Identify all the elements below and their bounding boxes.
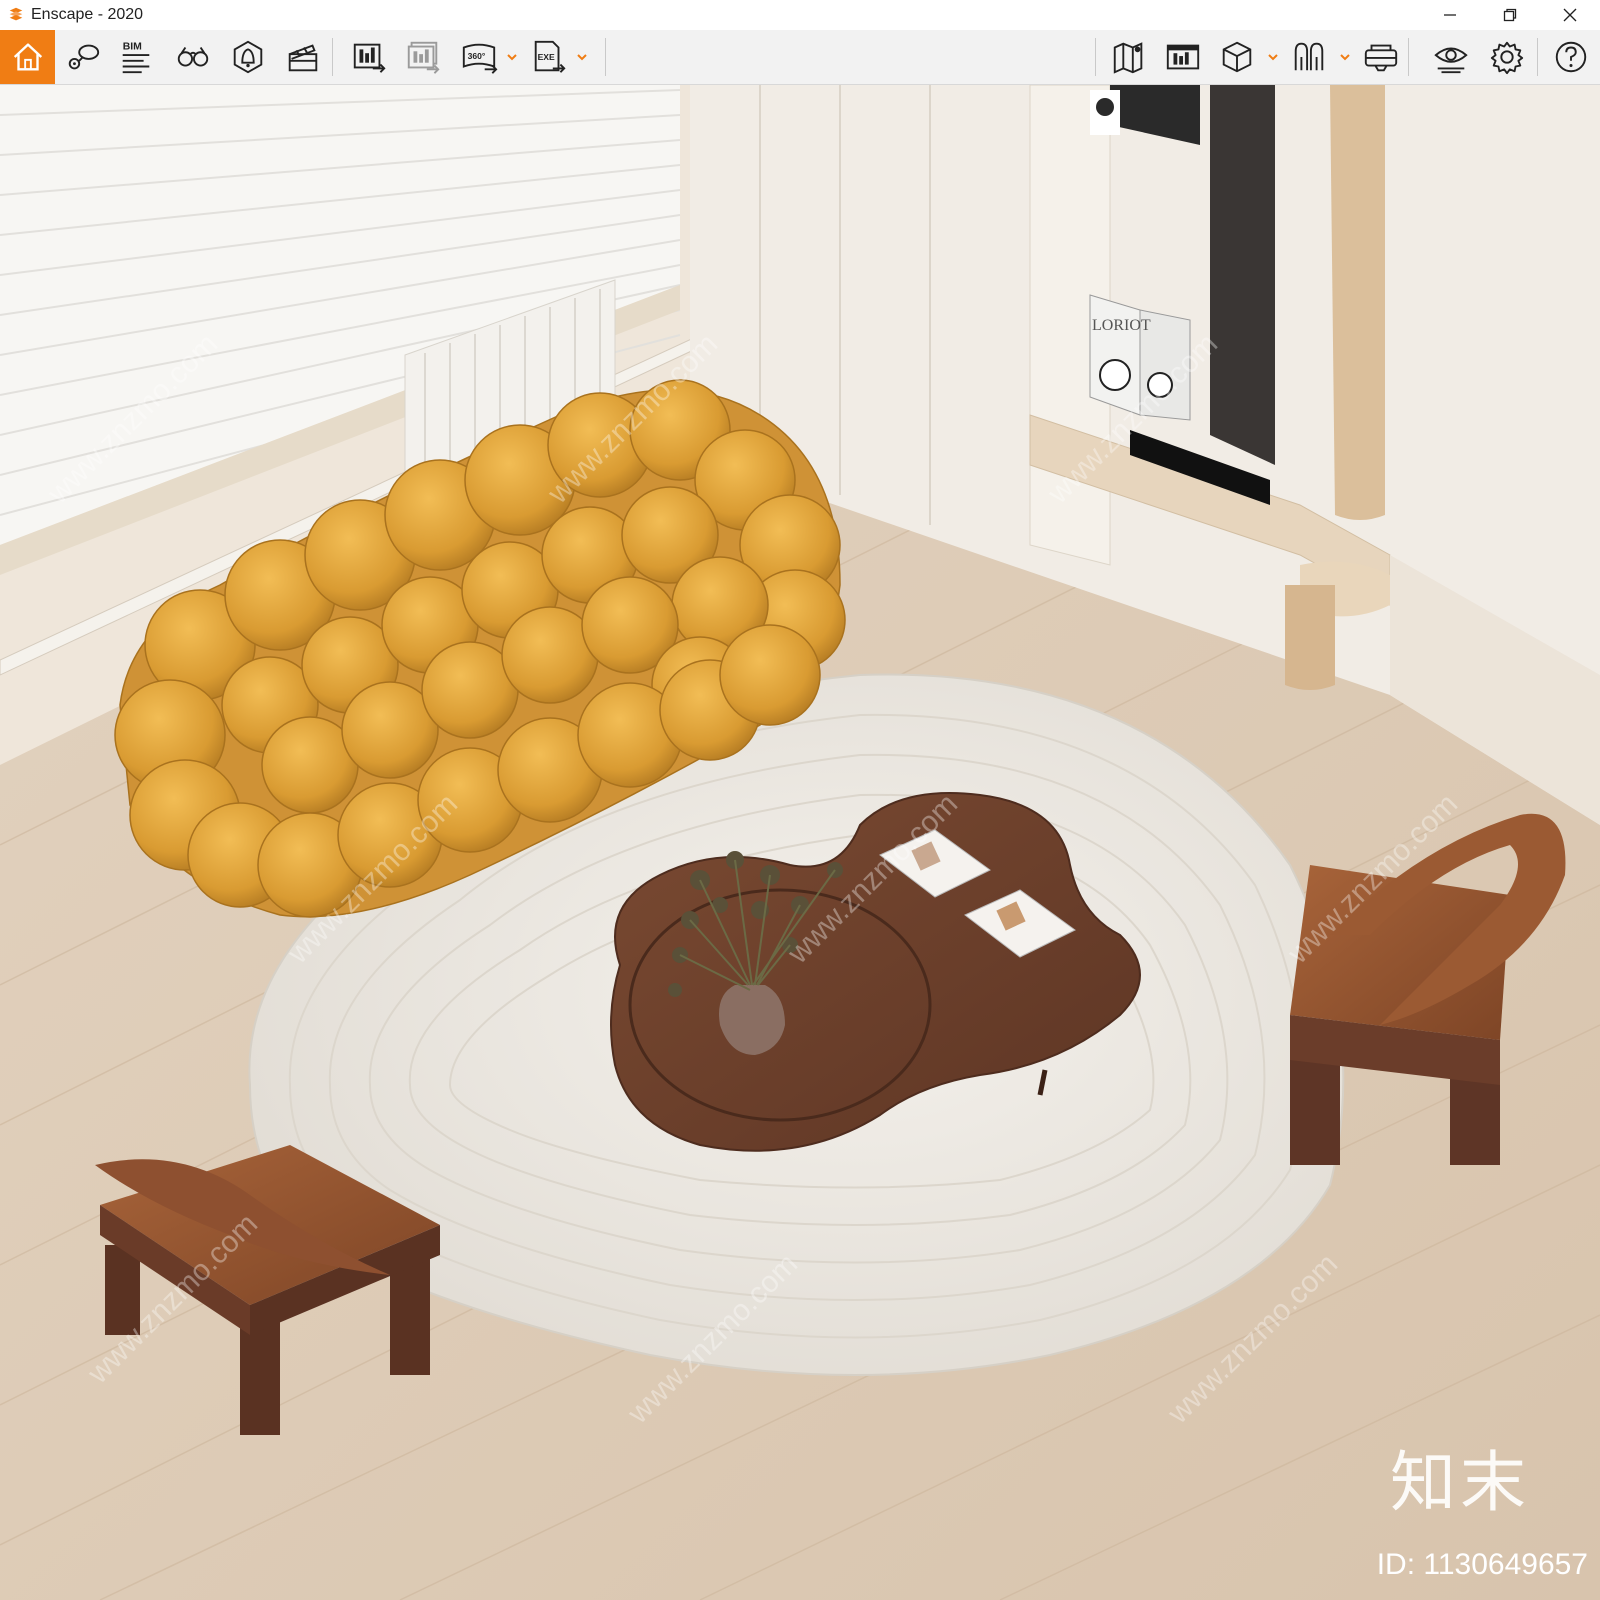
svg-text:BIM: BIM bbox=[123, 41, 142, 52]
image-id-label: ID: 1130649657 bbox=[1376, 1548, 1588, 1581]
atmosphere-button[interactable] bbox=[225, 34, 271, 80]
home-icon bbox=[13, 43, 42, 71]
enscape-logo-icon bbox=[9, 7, 23, 21]
toolbar-separator bbox=[605, 38, 606, 76]
chevron-down-icon[interactable] bbox=[1266, 50, 1280, 64]
restore-icon bbox=[1503, 8, 1517, 22]
collaborative-button[interactable] bbox=[1286, 34, 1332, 80]
restore-button[interactable] bbox=[1480, 0, 1540, 30]
vr-headset-button[interactable] bbox=[1358, 34, 1404, 80]
render-image-button[interactable] bbox=[346, 34, 392, 80]
atmosphere-bell-icon bbox=[233, 40, 263, 74]
map-button[interactable] bbox=[1106, 34, 1152, 80]
window-controls bbox=[1420, 0, 1600, 30]
help-icon bbox=[1555, 41, 1587, 73]
help-button[interactable] bbox=[1548, 34, 1594, 80]
views-button[interactable] bbox=[170, 34, 216, 80]
main-toolbar: BIM 360° EXE bbox=[0, 30, 1600, 104]
toolbar-separator bbox=[1537, 38, 1538, 76]
chevron-down-icon[interactable] bbox=[505, 50, 519, 64]
svg-text:LORIOT: LORIOT bbox=[1092, 317, 1151, 334]
minimize-button[interactable] bbox=[1420, 0, 1480, 30]
pin-comment-icon bbox=[68, 44, 100, 70]
title-bar: Enscape - 2020 bbox=[0, 0, 1600, 30]
settings-button[interactable] bbox=[1484, 34, 1530, 80]
render-image-icon bbox=[353, 43, 386, 73]
comment-pin-button[interactable] bbox=[60, 34, 106, 80]
render-360-button[interactable]: 360° bbox=[456, 34, 502, 80]
collaborative-icon bbox=[1294, 42, 1324, 71]
chevron-down-icon[interactable] bbox=[1338, 50, 1352, 64]
export-exe-button[interactable]: EXE bbox=[526, 34, 572, 80]
clapper-icon bbox=[288, 44, 318, 72]
window-title: Enscape - 2020 bbox=[31, 6, 144, 23]
site-logo-watermark: 知末 bbox=[1390, 1444, 1530, 1521]
batch-render-icon bbox=[407, 41, 440, 74]
eye-icon bbox=[1434, 47, 1468, 74]
video-editor-button[interactable] bbox=[280, 34, 326, 80]
vr-headset-icon bbox=[1364, 44, 1398, 72]
minimize-icon bbox=[1444, 14, 1456, 16]
batch-render-button[interactable] bbox=[400, 34, 446, 80]
asset-library-button[interactable] bbox=[1160, 34, 1206, 80]
toolbar-separator bbox=[1095, 38, 1096, 76]
close-button[interactable] bbox=[1540, 0, 1600, 30]
toolbar-separator bbox=[1408, 38, 1409, 76]
map-icon bbox=[1113, 42, 1143, 74]
home-button[interactable] bbox=[0, 30, 55, 84]
scene-render: LORIOT www.znzmo.com www.znzmo.com www.z… bbox=[0, 85, 1600, 1600]
material-editor-button[interactable] bbox=[1214, 34, 1260, 80]
settings-icon bbox=[1490, 41, 1524, 75]
chevron-down-icon[interactable] bbox=[575, 50, 589, 64]
svg-text:360°: 360° bbox=[468, 51, 486, 61]
render-360-icon: 360° bbox=[462, 43, 498, 74]
cube-icon bbox=[1222, 41, 1252, 73]
visual-settings-button[interactable] bbox=[1428, 34, 1474, 80]
binoculars-icon bbox=[177, 46, 209, 67]
export-exe-icon: EXE bbox=[534, 40, 566, 73]
render-viewport[interactable]: LORIOT www.znzmo.com www.znzmo.com www.z… bbox=[0, 85, 1600, 1600]
toolbar-separator bbox=[332, 38, 333, 76]
close-icon bbox=[1563, 8, 1577, 22]
bim-icon: BIM bbox=[123, 41, 150, 74]
svg-text:EXE: EXE bbox=[538, 52, 555, 62]
bim-button[interactable]: BIM bbox=[113, 34, 159, 80]
asset-library-icon bbox=[1166, 44, 1200, 70]
